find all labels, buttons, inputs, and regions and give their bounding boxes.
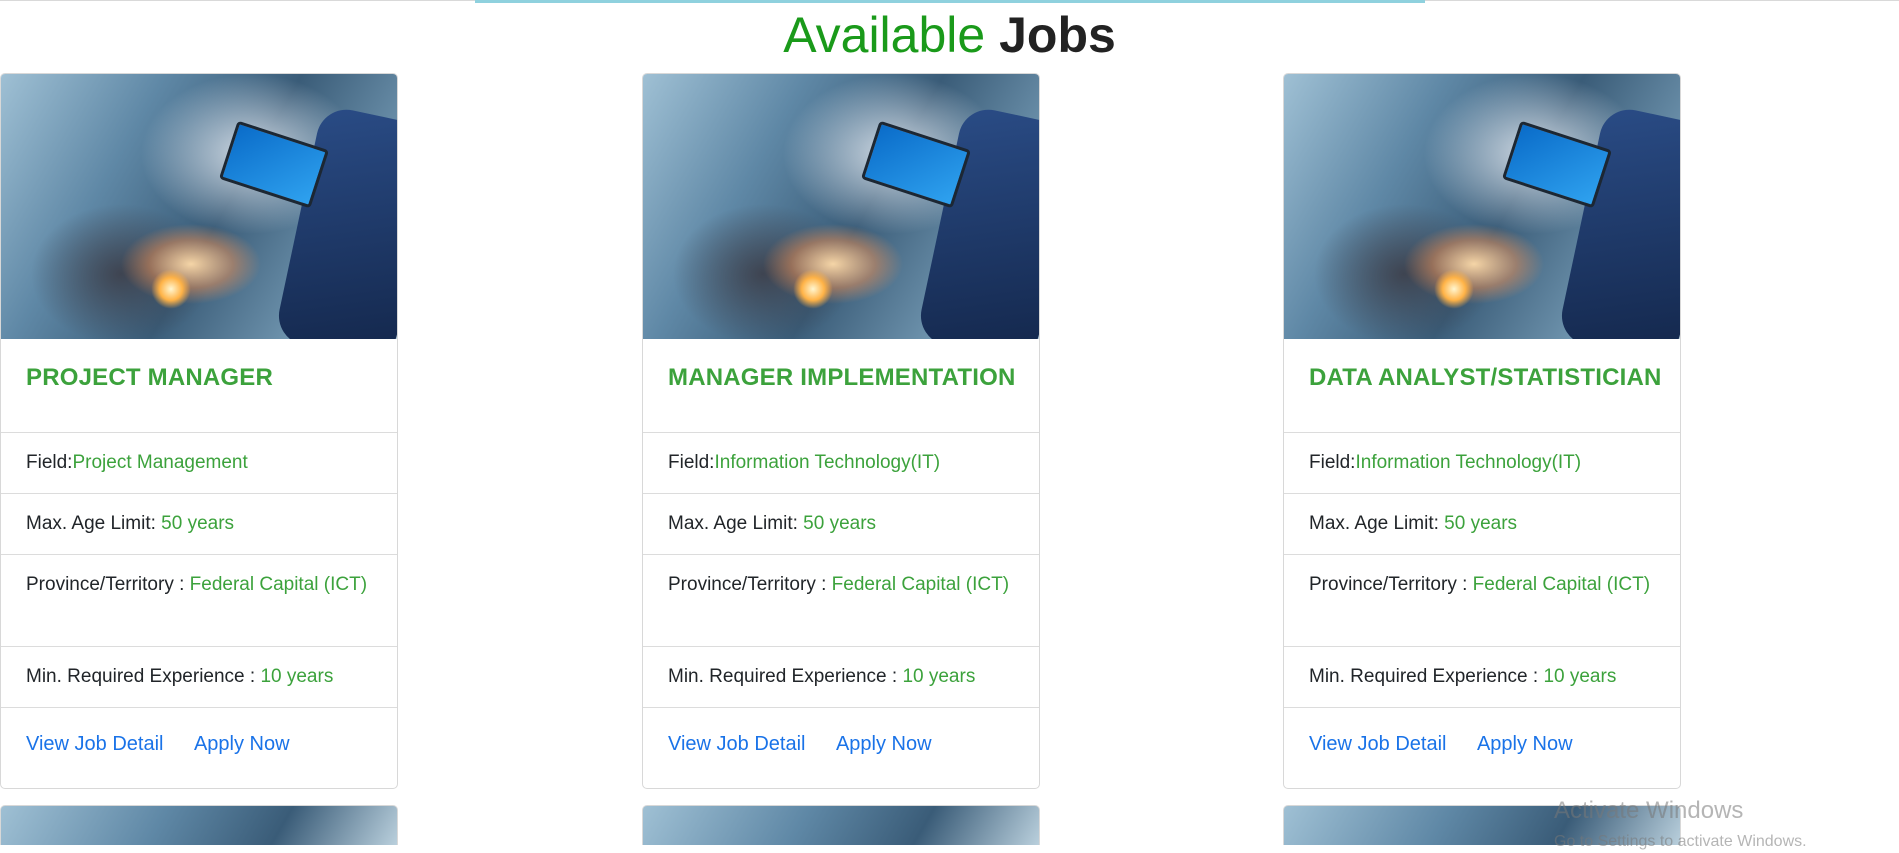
- experience-value: 10 years: [260, 666, 334, 687]
- job-card-image: [1, 74, 397, 339]
- experience-value: 10 years: [1543, 666, 1617, 687]
- job-experience-row: Min. Required Experience : 10 years: [1284, 647, 1680, 708]
- job-age-row: Max. Age Limit: 50 years: [643, 494, 1039, 555]
- job-province-row: Province/Territory : Federal Capital (IC…: [1284, 555, 1680, 647]
- field-value: Project Management: [72, 452, 248, 473]
- age-label: Max. Age Limit:: [26, 513, 156, 534]
- view-job-detail-link[interactable]: View Job Detail: [1309, 733, 1446, 755]
- experience-label: Min. Required Experience :: [1309, 666, 1539, 687]
- province-value: Federal Capital (ICT): [831, 574, 1010, 595]
- apply-now-link[interactable]: Apply Now: [836, 733, 932, 755]
- job-field-row: Field:Project Management: [1, 433, 397, 494]
- field-value: Information Technology(IT): [1355, 452, 1582, 473]
- age-label: Max. Age Limit:: [1309, 513, 1439, 534]
- watermark-title: Activate Windows: [1554, 797, 1744, 824]
- job-title-section: MANAGER IMPLEMENTATION: [643, 339, 1039, 433]
- job-age-row: Max. Age Limit: 50 years: [1284, 494, 1680, 555]
- view-job-detail-link[interactable]: View Job Detail: [668, 733, 805, 755]
- apply-now-link[interactable]: Apply Now: [194, 733, 290, 755]
- job-actions: View Job Detail Apply Now: [1284, 708, 1680, 788]
- page-title-part2: Jobs: [999, 7, 1116, 63]
- apply-now-link[interactable]: Apply Now: [1477, 733, 1573, 755]
- job-province-row: Province/Territory : Federal Capital (IC…: [643, 555, 1039, 647]
- job-card: MANAGER IMPLEMENTATION Field:Information…: [642, 73, 1040, 789]
- province-value: Federal Capital (ICT): [189, 574, 368, 595]
- field-label: Field:: [668, 452, 715, 473]
- age-value: 50 years: [803, 513, 877, 534]
- view-job-detail-link[interactable]: View Job Detail: [26, 733, 163, 755]
- province-value: Federal Capital (ICT): [1472, 574, 1651, 595]
- job-field-row: Field:Information Technology(IT): [1284, 433, 1680, 494]
- province-label: Province/Territory :: [1309, 574, 1468, 595]
- experience-label: Min. Required Experience :: [668, 666, 898, 687]
- job-province-row: Province/Territory : Federal Capital (IC…: [1, 555, 397, 647]
- age-label: Max. Age Limit:: [668, 513, 798, 534]
- province-label: Province/Territory :: [26, 574, 185, 595]
- page-title-part1: Available: [783, 7, 986, 63]
- job-experience-row: Min. Required Experience : 10 years: [643, 647, 1039, 708]
- job-experience-row: Min. Required Experience : 10 years: [1, 647, 397, 708]
- windows-activation-watermark: Activate Windows Go to Settings to activ…: [1554, 797, 1807, 853]
- job-card-next-row: [0, 805, 398, 845]
- job-title: MANAGER IMPLEMENTATION: [668, 364, 1016, 391]
- job-card-image: [643, 74, 1039, 339]
- experience-value: 10 years: [902, 666, 976, 687]
- age-value: 50 years: [161, 513, 235, 534]
- watermark-subtitle: Go to Settings to activate Windows.: [1554, 833, 1807, 850]
- page-title: Available Jobs: [0, 4, 1899, 66]
- job-card-next-row: [642, 805, 1040, 845]
- job-actions: View Job Detail Apply Now: [1, 708, 397, 788]
- job-field-row: Field:Information Technology(IT): [643, 433, 1039, 494]
- job-title-section: DATA ANALYST/STATISTICIAN: [1284, 339, 1680, 433]
- field-label: Field:: [26, 452, 73, 473]
- field-value: Information Technology(IT): [714, 452, 941, 473]
- top-accent-line: [475, 0, 1425, 3]
- job-title-section: PROJECT MANAGER: [1, 339, 397, 433]
- age-value: 50 years: [1444, 513, 1518, 534]
- experience-label: Min. Required Experience :: [26, 666, 256, 687]
- job-actions: View Job Detail Apply Now: [643, 708, 1039, 788]
- field-label: Field:: [1309, 452, 1356, 473]
- job-title: PROJECT MANAGER: [26, 364, 274, 391]
- job-card-image: [1284, 74, 1680, 339]
- job-card: PROJECT MANAGER Field:Project Management…: [0, 73, 398, 789]
- job-card: DATA ANALYST/STATISTICIAN Field:Informat…: [1283, 73, 1681, 789]
- job-title: DATA ANALYST/STATISTICIAN: [1309, 364, 1662, 391]
- job-age-row: Max. Age Limit: 50 years: [1, 494, 397, 555]
- province-label: Province/Territory :: [668, 574, 827, 595]
